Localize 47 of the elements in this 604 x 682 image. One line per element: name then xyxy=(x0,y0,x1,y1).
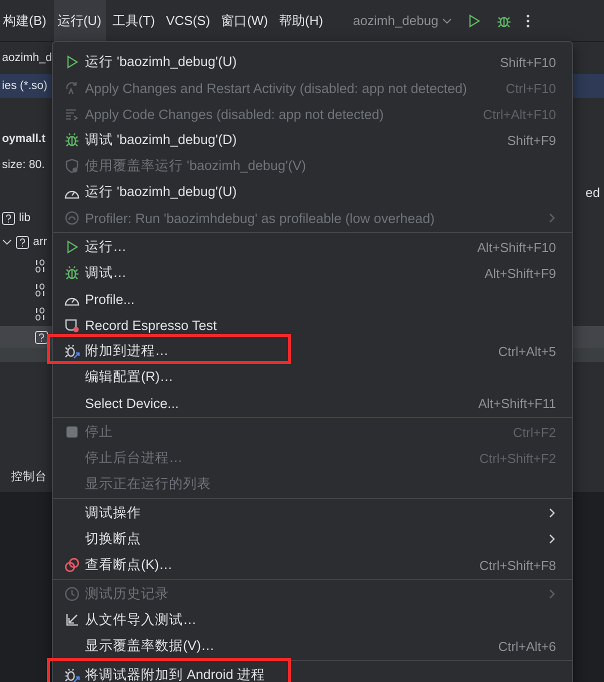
chevron-icon xyxy=(2,237,12,247)
menu-item[interactable]: 运行 'baozimh_debug'(U) Shift+F10 xyxy=(53,49,572,75)
menu-bar-item[interactable]: VCS(S) xyxy=(163,0,216,42)
unknown-file-icon xyxy=(35,330,48,344)
menu-item[interactable]: 将调试器附加到 Android 进程 xyxy=(53,662,572,682)
menu-item[interactable]: 调试… Alt+Shift+F9 xyxy=(53,260,572,286)
console-tab[interactable]: 控制台 xyxy=(11,468,47,484)
menu-item[interactable]: 从文件导入测试… xyxy=(53,607,572,633)
menu-bar-item[interactable]: 构建(B) xyxy=(0,0,52,42)
more-icon[interactable] xyxy=(526,12,530,28)
menu-item[interactable]: 显示覆盖率数据(V)… Ctrl+Alt+6 xyxy=(53,633,572,659)
tree-item[interactable]: lib xyxy=(2,212,31,224)
file-name: ies (*.so) xyxy=(2,80,48,92)
bug-icon xyxy=(64,343,80,359)
run-config-selector[interactable]: aozimh_debug xyxy=(353,13,452,28)
tree-item[interactable]: arr xyxy=(2,236,48,248)
unknown-file-icon xyxy=(2,212,15,224)
editor-tab[interactable]: aozimh_d xyxy=(2,52,52,64)
menu-bar-item[interactable]: 帮助(H) xyxy=(276,0,328,42)
bug-icon xyxy=(64,667,80,682)
menu-item[interactable]: 调试 'baozimh_debug'(D) Shift+F9 xyxy=(53,127,572,153)
clock-icon xyxy=(64,586,80,602)
breakpoints-icon xyxy=(64,557,80,573)
size-info: size: 80. xyxy=(2,159,45,171)
menu-bar-item[interactable]: 工具(T) xyxy=(109,0,160,42)
file-title: oymall.t xyxy=(2,133,46,145)
bug-icon xyxy=(64,132,80,148)
menu-item[interactable]: 附加到进程… Ctrl+Alt+5 xyxy=(53,338,572,364)
menu-item[interactable]: Profile... xyxy=(53,286,572,312)
menu-bar-item[interactable]: 运行(U) xyxy=(54,0,106,42)
menu-item[interactable]: Select Device... Alt+Shift+F11 xyxy=(53,390,572,416)
chevron-icon xyxy=(442,16,452,26)
menu-item[interactable]: 查看断点(K)… Ctrl+Shift+F8 xyxy=(53,552,572,578)
menu-item[interactable]: 调试操作 xyxy=(53,500,572,526)
record-icon xyxy=(64,317,80,333)
status-text: ed xyxy=(586,184,600,200)
shield-icon xyxy=(64,158,80,174)
menu-item[interactable]: 切换断点 xyxy=(53,526,572,552)
bug-icon xyxy=(64,265,80,281)
unknown-file-icon xyxy=(16,236,29,248)
menu-item[interactable]: 运行… Alt+Shift+F10 xyxy=(53,234,572,260)
menu-bar-item[interactable]: 窗口(W) xyxy=(218,0,273,42)
stop-icon xyxy=(64,424,80,440)
menu-item[interactable]: 编辑配置(R)… xyxy=(53,364,572,390)
menu-item[interactable]: 运行 'baozimh_debug'(U) xyxy=(53,179,572,205)
menu-item[interactable]: Record Espresso Test xyxy=(53,312,572,338)
import-icon xyxy=(64,612,80,628)
